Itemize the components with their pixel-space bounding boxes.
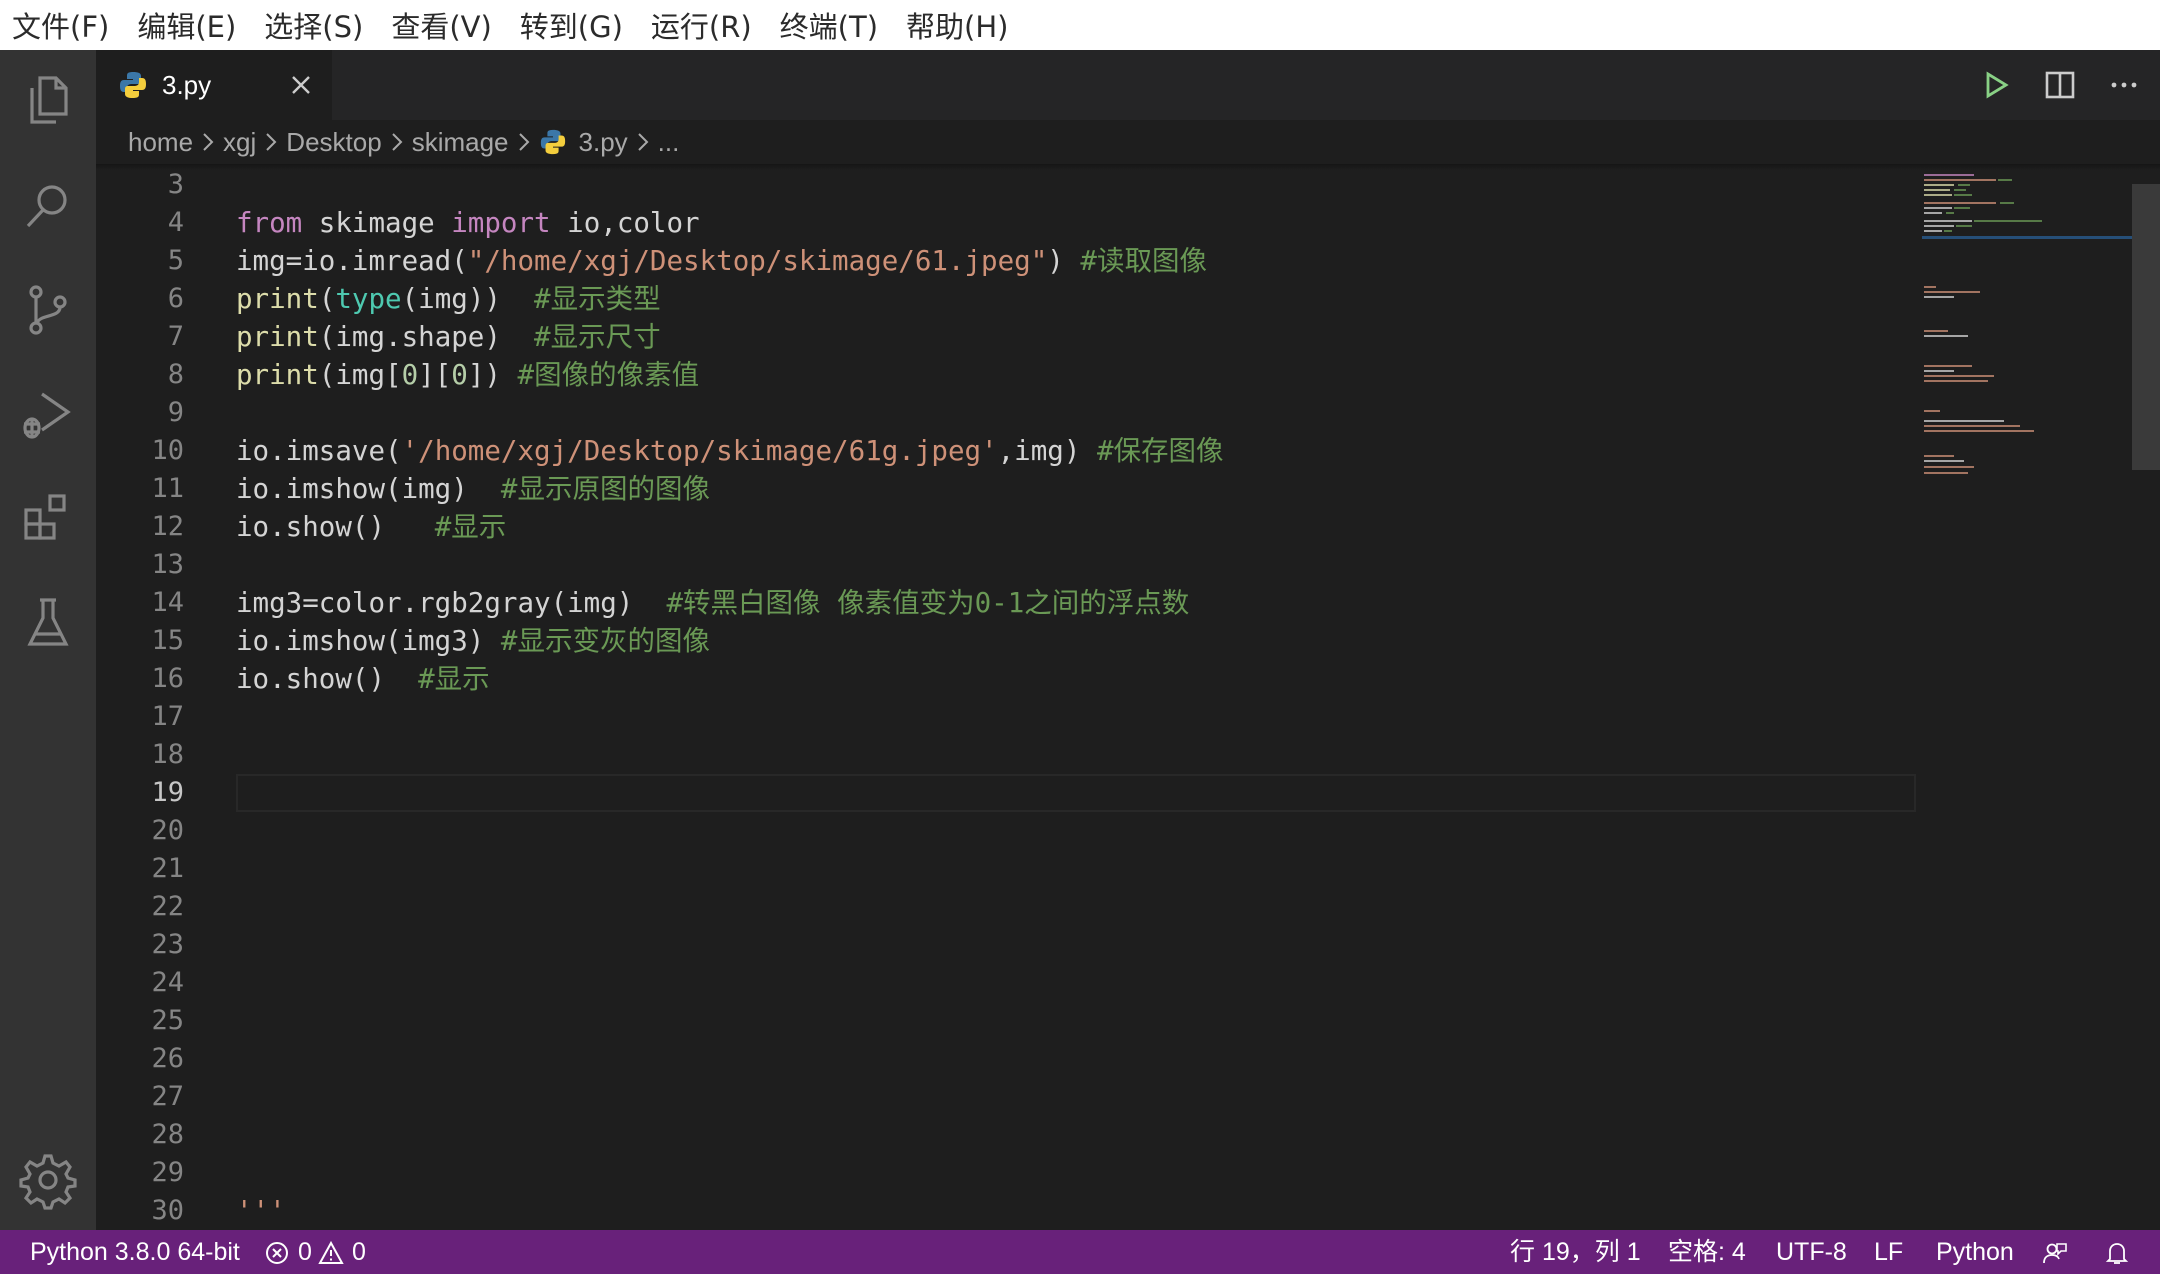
line-number: 20 [151,815,184,846]
line-number: 19 [151,777,184,808]
line-number: 12 [151,511,184,542]
status-indentation[interactable]: 空格: 4 [1668,1230,1746,1274]
notification-bell-icon[interactable] [2104,1240,2130,1266]
line-number: 18 [151,739,184,770]
line-number: 5 [167,245,184,276]
code-line: io.imsave('/home/xgj/Desktop/skimage/61g… [236,435,1224,467]
line-number: 16 [151,663,184,694]
code-line: from skimage import io,color [236,207,700,239]
status-language-mode[interactable]: Python [1936,1230,2014,1274]
line-number: 25 [151,1005,184,1036]
close-icon[interactable] [288,72,314,98]
chevron-right-icon [391,133,403,151]
line-number: 7 [167,321,184,352]
menu-go[interactable]: 转到(G) [520,4,623,46]
chevron-right-icon [518,133,529,151]
line-number: 28 [151,1119,184,1150]
code-line: img=io.imread("/home/xgj/Desktop/skimage… [236,245,1207,277]
menu-file[interactable]: 文件(F) [12,4,109,46]
menu-help[interactable]: 帮助(H) [906,4,1008,46]
status-error-count[interactable]: 0 [298,1230,312,1274]
code-line: ''' [236,1195,286,1227]
code-line: io.imshow(img3) #显示变灰的图像 [236,625,710,657]
line-number-gutter: 3 4 5 6 7 8 9 10 11 12 13 14 15 16 17 18 19 20 21 22 23 24 25 2… [96,166,196,1230]
warning-icon[interactable] [318,1240,344,1266]
breadcrumb-symbols[interactable]: ... [658,127,680,158]
menu-edit[interactable]: 编辑(E) [137,4,236,46]
python-icon [540,129,565,155]
status-warning-count[interactable]: 0 [352,1230,366,1274]
code-line: print(type(img)) #显示类型 [236,283,661,315]
code-line: print(img.shape) #显示尺寸 [236,321,661,353]
line-number: 15 [151,625,184,656]
vertical-scrollbar[interactable] [2132,170,2160,1230]
settings-gear-icon[interactable] [18,1150,78,1210]
tab-bar: 3.py [96,50,2160,120]
line-number: 10 [151,435,184,466]
line-number: 21 [151,853,184,884]
source-control-icon[interactable] [18,280,78,340]
menu-selection[interactable]: 选择(S) [264,4,363,46]
line-number: 6 [167,283,184,314]
feedback-icon[interactable] [2042,1240,2068,1266]
code-line: img3=color.rgb2gray(img) #转黑白图像 像素值变为0-1… [236,587,1190,619]
line-number: 26 [151,1043,184,1074]
code-line: io.imshow(img) #显示原图的图像 [236,473,710,505]
code-line: io.show() #显示 [236,663,490,695]
line-number: 9 [167,397,184,428]
line-number: 27 [151,1081,184,1112]
status-python-interpreter[interactable]: Python 3.8.0 64-bit [30,1230,240,1274]
line-number: 8 [167,359,184,390]
code-line: print(img[0][0]) #图像的像素值 [236,359,700,391]
menu-terminal[interactable]: 终端(T) [780,4,878,46]
code-line: io.show() #显示 [236,511,507,543]
breadcrumb: home xgj Desktop skimage 3.py ... [96,120,2160,164]
breadcrumb-skimage[interactable]: skimage [412,127,509,158]
line-number: 3 [167,169,184,200]
menu-run[interactable]: 运行(R) [651,4,752,46]
line-number: 30 [151,1195,184,1226]
line-number: 23 [151,929,184,960]
line-number: 24 [151,967,184,998]
error-icon[interactable] [264,1240,290,1266]
line-number: 13 [151,549,184,580]
more-actions-icon[interactable] [2106,67,2142,103]
line-number: 22 [151,891,184,922]
breadcrumb-home[interactable]: home [128,127,193,158]
tab-3py[interactable]: 3.py [96,50,332,120]
minimap[interactable] [1922,170,2132,490]
run-debug-icon[interactable] [18,384,78,444]
line-number: 11 [151,473,184,504]
status-cursor-position[interactable]: 行 19，列 1 [1510,1230,1641,1274]
split-editor-icon[interactable] [2042,67,2078,103]
status-bar: Python 3.8.0 64-bit 0 0 行 19，列 1 空格: 4 U… [0,1230,2160,1274]
status-encoding[interactable]: UTF-8 [1776,1230,1847,1274]
chevron-right-icon [637,133,649,151]
extensions-icon[interactable] [18,488,78,548]
line-number: 17 [151,701,184,732]
breadcrumb-xgj[interactable]: xgj [223,127,256,158]
tab-label: 3.py [162,69,212,100]
scrollbar-thumb[interactable] [2132,184,2160,470]
chevron-right-icon [203,133,214,151]
status-eol[interactable]: LF [1874,1230,1903,1274]
files-icon[interactable] [18,70,78,130]
chevron-right-icon [266,133,277,151]
line-number: 4 [167,207,184,238]
testing-flask-icon[interactable] [18,592,78,652]
breadcrumb-desktop[interactable]: Desktop [286,127,381,158]
python-icon [120,72,146,98]
search-icon[interactable] [18,176,78,236]
line-number: 29 [151,1157,184,1188]
menu-bar: 文件(F) 编辑(E) 选择(S) 查看(V) 转到(G) 运行(R) 终端(T… [0,0,2160,50]
menu-view[interactable]: 查看(V) [391,4,491,46]
line-number: 14 [151,587,184,618]
run-icon[interactable] [1978,67,2014,103]
breadcrumb-file[interactable]: 3.py [579,127,628,158]
activity-bar [0,50,96,1230]
code-editor[interactable]: from skimage import io,color img=io.imre… [236,166,1916,1230]
